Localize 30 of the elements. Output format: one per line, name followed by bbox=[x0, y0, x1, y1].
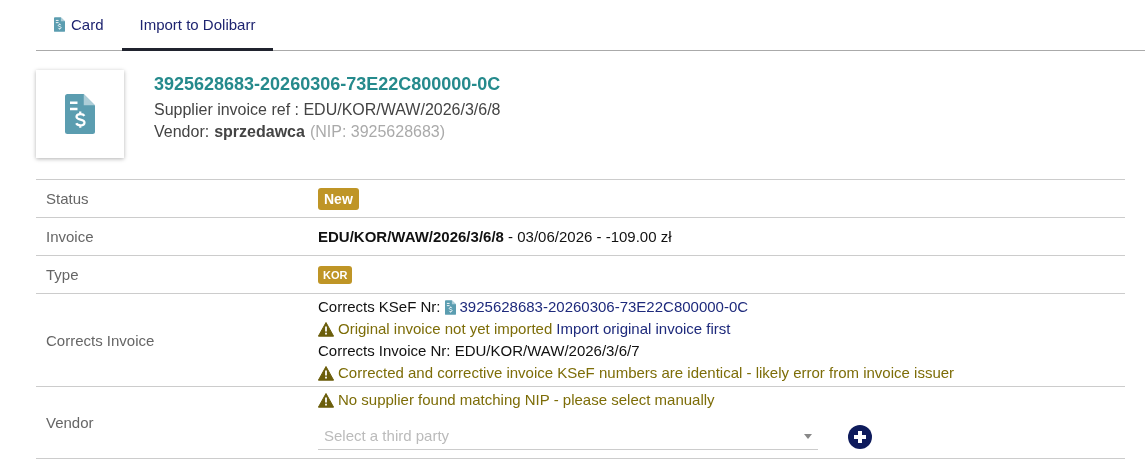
field-label: Vendor bbox=[45, 413, 95, 433]
status-badge: New bbox=[318, 187, 359, 210]
tab[interactable]: Import to Dolibarr bbox=[121, 0, 274, 51]
info-text: Corrects KSeF Nr: bbox=[318, 297, 441, 317]
add-button[interactable] bbox=[848, 424, 872, 449]
field-label: Type bbox=[45, 265, 80, 285]
status-badge: KOR bbox=[318, 265, 353, 284]
tab[interactable]: Card bbox=[36, 0, 122, 51]
invoice-title: 3925628683-20260306-73E22C800000-0C bbox=[154, 73, 501, 95]
warning-icon bbox=[318, 321, 334, 337]
vendor-nip: (NIP: 3925628683) bbox=[309, 122, 446, 142]
import-link[interactable]: Import original invoice first bbox=[556, 318, 731, 340]
ksef-link[interactable]: 3925628683-20260306-73E22C800000-0C bbox=[459, 296, 749, 318]
warning-icon bbox=[318, 365, 334, 381]
invoice-icon bbox=[444, 299, 456, 315]
invoice-icon bbox=[65, 94, 95, 134]
warning-text: Original invoice not yet imported bbox=[338, 319, 553, 339]
vendor-name: sprzedawca bbox=[214, 122, 305, 142]
warning-text: No supplier found matching NIP - please select manually bbox=[338, 390, 715, 410]
field-label: Corrects Invoice bbox=[45, 330, 156, 351]
warning-text: Corrected and corrective invoice KSeF numbers are identical - likely error from invoice issuer bbox=[338, 363, 955, 383]
warning-icon bbox=[318, 392, 334, 408]
field-label: Status bbox=[45, 189, 90, 209]
invoice-summary: EDU/KOR/WAW/2026/3/6/8 - 03/06/2026 - -109.00 zł bbox=[318, 228, 673, 245]
info-text: Corrects Invoice Nr: EDU/KOR/WAW/2026/3/6/7 bbox=[318, 341, 640, 361]
vendor-label: Vendor: bbox=[154, 122, 210, 142]
supplier-ref: Supplier invoice ref : EDU/KOR/WAW/2026/3/6/8 bbox=[154, 100, 501, 120]
caret-icon bbox=[804, 433, 812, 439]
invoice-icon bbox=[54, 16, 65, 32]
field-label: Invoice bbox=[45, 227, 95, 247]
